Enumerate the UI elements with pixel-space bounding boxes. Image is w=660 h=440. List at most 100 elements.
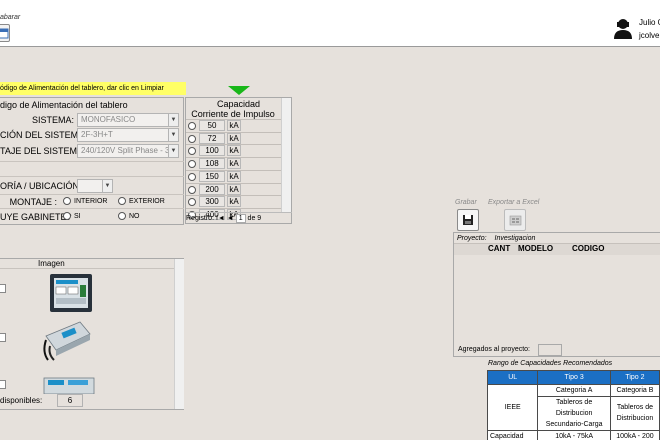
col-codigo: CODIGO (572, 244, 605, 253)
capacity-unit: kA (227, 132, 241, 144)
range-cat-a: Categoria A (537, 384, 611, 397)
capacity-row[interactable]: 100 kA (186, 144, 281, 157)
calendar-button[interactable] (0, 24, 10, 42)
range-cat-b: Categoria B (609, 384, 660, 397)
grabar-label: Grabar (455, 199, 477, 206)
capacity-row[interactable]: 300 kA (186, 195, 281, 208)
available-label: disponibles: (0, 396, 43, 405)
range-tableros-b-line: Tableros de (616, 404, 654, 411)
capacity-value: 72 (199, 132, 225, 144)
capacity-value: 100 (199, 145, 225, 157)
user-email: jcolver (639, 31, 660, 40)
range-capacidad-label: Capacidad (486, 430, 539, 440)
sistema-label: SISTEMA: (31, 115, 74, 125)
capacity-row[interactable]: 50 kA (186, 119, 281, 131)
capacity-scrollbar[interactable] (281, 98, 291, 212)
capacity-value: 300 (199, 196, 225, 208)
chevron-down-icon: ▼ (168, 145, 178, 157)
chevron-down-icon: ▼ (168, 129, 178, 141)
form-divider (0, 194, 184, 195)
capacity-unit: kA (227, 196, 241, 208)
project-header: Proyecto: Investigacion (454, 233, 660, 244)
added-label: Agregados al proyecto: (458, 346, 530, 353)
range-tableros-b-line: Distribucion (616, 415, 654, 422)
pager-page[interactable]: 1 (235, 214, 246, 223)
save-button[interactable] (457, 209, 479, 231)
capacity-unit: kA (227, 120, 241, 131)
conexion-select[interactable]: 2F-3H+T ▼ (77, 128, 179, 142)
calendar-icon (0, 28, 9, 39)
capacity-value: 50 (199, 120, 225, 131)
montaje-label: MONTAJE : (9, 197, 57, 207)
range-table: UL Tipo 3 Tipo 2 IEEE Categoria A Catego… (486, 370, 660, 440)
added-count (538, 344, 562, 356)
capacity-title: Capacidad (216, 99, 261, 109)
capacity-radio[interactable] (188, 185, 196, 194)
image-scrollbar[interactable] (174, 259, 184, 409)
gabinete-no-radio[interactable] (118, 212, 126, 220)
gabinete-si-label: SI (74, 213, 81, 220)
capacity-radio[interactable] (188, 134, 196, 143)
capacity-radio[interactable] (188, 172, 196, 181)
range-tableros-a-line: Secundario-Carga (545, 421, 603, 428)
export-excel-button[interactable] (504, 209, 526, 231)
project-columns: CANT MODELO CODIGO (454, 244, 660, 255)
hint-banner: ódigo de Alimentación del tablero, dar c… (0, 82, 186, 95)
sistema-select[interactable]: MONOFASICO ▼ (77, 113, 179, 127)
down-arrow-icon (228, 86, 250, 95)
range-tableros-a-line: Tableros de (556, 399, 593, 406)
product-checkbox[interactable] (0, 284, 6, 293)
save-icon (463, 215, 473, 225)
capacity-subtitle: Corriente de Impulso (191, 109, 275, 119)
product-checkbox[interactable] (0, 380, 6, 389)
chevron-down-icon: ▼ (102, 180, 112, 192)
montaje-exterior-label: EXTERIOR (129, 198, 165, 205)
project-label: Proyecto: (457, 235, 487, 242)
capacity-unit: kA (227, 170, 241, 182)
capacity-radio[interactable] (188, 160, 196, 169)
capacity-row[interactable]: 150 kA (186, 169, 281, 182)
conexion-label: CIÓN DEL SISTEMA: (0, 130, 87, 140)
chevron-down-icon: ▼ (168, 114, 178, 126)
form-divider (0, 208, 184, 209)
range-ieee: IEEE (486, 384, 539, 431)
project-name: Investigacion (494, 235, 536, 242)
pager-first-button[interactable]: I◄ (216, 215, 225, 222)
capacity-row[interactable]: 108 kA (186, 157, 281, 170)
capacity-radio[interactable] (188, 147, 196, 156)
capacity-row[interactable]: 200 kA (186, 182, 281, 195)
form-divider (0, 161, 184, 162)
range-header-ul: UL (486, 370, 539, 385)
available-count: 6 (57, 394, 83, 407)
image-header (0, 258, 174, 269)
top-bar (0, 0, 660, 47)
capacity-unit: kA (227, 183, 241, 195)
capacity-radio[interactable] (188, 122, 196, 130)
voltaje-select[interactable]: 240/120V Split Phase - 3 ▼ (77, 144, 179, 158)
surge-device-image (50, 274, 92, 312)
pager-of: de 9 (247, 215, 262, 222)
montaje-interior-radio[interactable] (63, 197, 71, 205)
gabinete-si-radio[interactable] (63, 212, 71, 220)
categoria-select[interactable]: ▼ (77, 179, 113, 193)
range-tableros-a-line: Distribucion (555, 410, 593, 417)
image-title: Imagen (38, 259, 65, 268)
product-checkbox[interactable] (0, 333, 6, 342)
capacity-unit: kA (227, 158, 241, 170)
voltaje-label: TAJE DEL SISTEMA: (0, 146, 86, 156)
pager-prev-button[interactable]: ◄ (227, 215, 234, 222)
sistema-value: MONOFASICO (81, 115, 136, 124)
form-divider (0, 176, 184, 177)
gabinete-label: UYE GABINETE? (0, 212, 72, 222)
range-capacidad-b: 100kA - 200 (609, 430, 660, 440)
gabinete-no-label: NO (129, 213, 140, 220)
col-modelo: MODELO (518, 244, 554, 253)
capacity-radio[interactable] (188, 198, 196, 207)
capacity-pager: Registro: I◄ ◄ 1 de 9 (186, 212, 292, 223)
capacity-row[interactable]: 72 kA (186, 131, 281, 144)
montaje-exterior-radio[interactable] (118, 197, 126, 205)
user-icon (614, 19, 632, 39)
range-capacidad-a: 10kA - 75kA (537, 430, 611, 440)
capacity-value: 200 (199, 183, 225, 195)
col-cant: CANT (488, 244, 511, 253)
